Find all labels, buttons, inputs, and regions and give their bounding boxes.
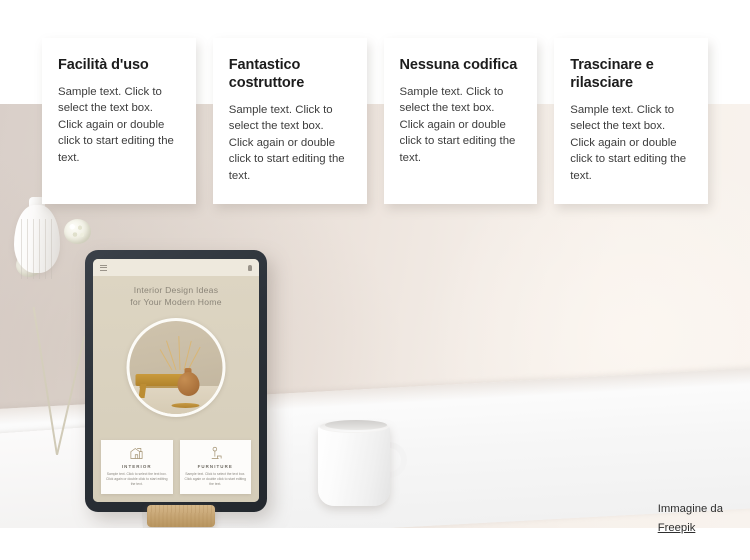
flower-stem [32,306,58,456]
mug-rim-inner [325,420,387,430]
feature-card-title: Nessuna codifica [399,57,518,73]
house-interior-icon [105,446,169,461]
feature-card[interactable]: Facilità d'uso Sample text. Click to sel… [42,38,196,205]
tablet-headline-line1: Interior Design Ideas [133,285,219,295]
hamburger-icon[interactable] [100,264,107,271]
wooden-tablet-stand [147,505,215,527]
bell-icon[interactable] [248,264,252,271]
tablet-headline: Interior Design Ideas for Your Modern Ho… [93,276,259,308]
tablet-device: Interior Design Ideas for Your Modern Ho… [85,250,267,512]
freepik-link[interactable]: Freepik [658,519,696,538]
feature-card-text: Sample text. Click to select the text bo… [58,86,174,164]
image-credit: Immagine da Freepik [658,500,723,538]
tablet-card-interior[interactable]: INTERIOR Sample text. Click to select th… [101,440,173,494]
feature-card-title: Fantastico costruttore [228,57,305,91]
bottom-white-band [0,528,750,560]
feature-card-title: Facilità d'uso [58,57,149,73]
tablet-card-title: INTERIOR [121,464,152,470]
image-credit-prefix: Immagine da [657,503,723,515]
feature-card-text: Sample text. Click to select the text bo… [570,104,687,182]
lamp-furniture-icon [184,446,248,461]
feature-card-row: Facilità d'uso Sample text. Click to sel… [0,38,750,205]
feature-card[interactable]: Trascinare e rilasciare Sample text. Cli… [554,38,708,205]
tablet-headline-line2: for Your Modern Home [130,296,222,307]
tablet-content: Interior Design Ideas for Your Modern Ho… [93,276,259,502]
white-vase [14,195,60,279]
tablet-topbar [93,259,259,276]
feature-card[interactable]: Nessuna codifica Sample text. Click to s… [383,38,538,205]
flower-bloom [64,219,91,244]
tablet-screen: Interior Design Ideas for Your Modern Ho… [93,259,259,502]
feature-card[interactable]: Fantastico costruttore Sample text. Clic… [212,38,367,205]
tablet-card-text: Sample text. Click to select the text bo… [184,472,246,487]
tablet-card-text: Sample text. Click to select the text bo… [106,472,168,487]
coffee-mug [318,420,407,508]
flower-stem [56,335,86,456]
tablet-card-row: INTERIOR Sample text. Click to select th… [101,440,251,494]
tablet-card-furniture[interactable]: FURNITURE Sample text. Click to select t… [179,440,251,494]
mug-body [318,424,390,506]
feature-card-text: Sample text. Click to select the text bo… [399,86,516,164]
vase-body [14,205,60,279]
feature-card-title: Trascinare e rilasciare [570,57,654,91]
mug-rim [319,420,389,433]
page-root: Interior Design Ideas for Your Modern Ho… [0,0,750,560]
feature-card-text: Sample text. Click to select the text bo… [228,104,345,182]
tablet-card-title: FURNITURE [197,464,233,470]
tablet-hero-circle-image [126,318,226,417]
